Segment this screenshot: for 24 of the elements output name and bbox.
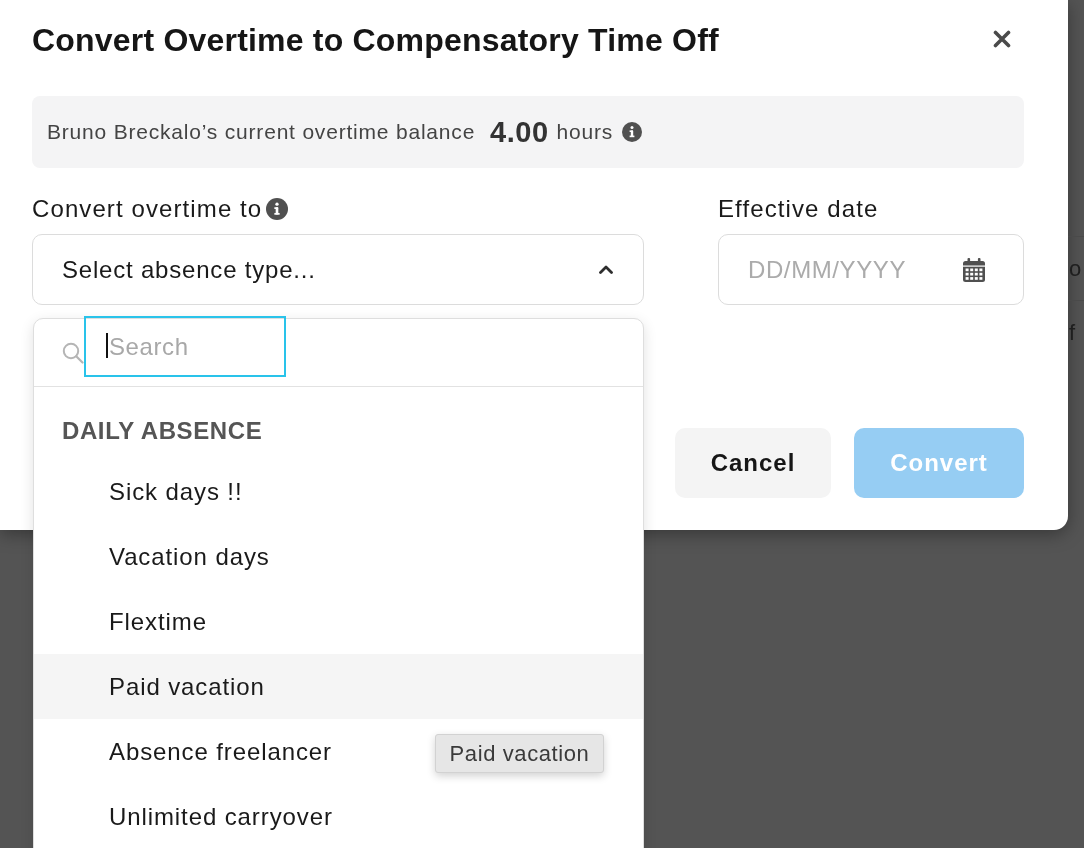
text-cursor-icon — [106, 333, 108, 358]
field-label: Effective date — [718, 195, 879, 223]
tooltip: Paid vacation — [435, 734, 604, 773]
dialog-title: Convert Overtime to Compensatory Time Off — [32, 21, 719, 59]
balance-label: Bruno Breckalo’s current overtime balance — [47, 120, 476, 144]
menu-option[interactable]: Sick days !! — [34, 459, 259, 524]
info-icon[interactable] — [622, 122, 643, 142]
search-icon — [62, 341, 84, 364]
field-label: Convert overtime to — [32, 195, 263, 223]
balance-value: 4.00 — [490, 115, 549, 149]
calendar-icon[interactable] — [963, 258, 985, 282]
cancel-button[interactable]: Cancel — [675, 428, 831, 498]
menu-option[interactable]: Paid vacation — [34, 654, 643, 719]
menu-option[interactable]: Absence freelancer — [34, 719, 348, 784]
info-icon[interactable] — [266, 198, 289, 220]
menu-option[interactable]: Unlimited carryover — [34, 784, 349, 848]
absence-type-select[interactable]: Select absence type... — [32, 234, 644, 305]
search-field[interactable]: Search — [84, 316, 286, 377]
close-icon — [993, 29, 1011, 48]
date-input-field[interactable]: DD/MM/YYYY — [718, 234, 1024, 305]
group-heading: DAILY ABSENCE — [61, 416, 264, 446]
menu-option[interactable]: Vacation days — [34, 524, 286, 589]
balance-unit: hours — [556, 120, 614, 144]
menu-option[interactable]: Flextime — [34, 589, 223, 654]
